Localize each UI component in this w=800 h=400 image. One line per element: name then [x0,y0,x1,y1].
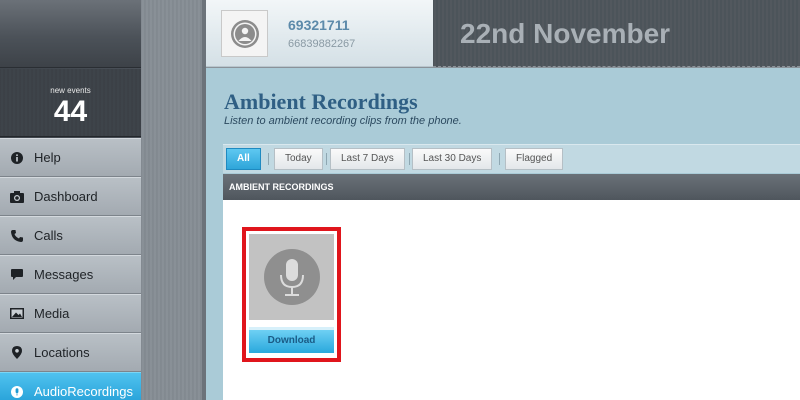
sidebar-item-label: Help [34,150,61,165]
recording-thumbnail[interactable] [249,234,334,320]
filter-separator [326,153,327,165]
microphone-icon [0,385,34,398]
recording-card[interactable]: Download [242,227,341,362]
info-icon [0,151,34,164]
filter-today-button[interactable]: Today [274,148,323,170]
filter-last-30-days-button[interactable]: Last 30 Days [412,148,493,170]
sidebar-item-label: AudioRecordings [34,384,134,399]
filter-separator [409,153,410,165]
sidebar-nav: Help Dashboard Calls Messages Media Loca… [0,138,141,400]
sidebar-item-media[interactable]: Media [0,294,141,333]
sidebar-item-label: Media [34,306,70,321]
filter-last-7-days-button[interactable]: Last 7 Days [330,148,405,170]
sidebar-item-label: Dashboard [34,189,98,204]
sidebar-item-messages[interactable]: Messages [0,255,141,294]
date-header: 22nd November [433,0,800,67]
phone-icon [0,229,34,242]
sidebar-header [0,0,141,68]
main-content: Ambient Recordings Listen to ambient rec… [206,68,800,400]
sidebar-item-audiorecordings[interactable]: AudioRecordings [0,372,141,400]
camera-icon [0,190,34,203]
device-id: 69321711 [288,17,350,33]
message-icon [0,268,34,281]
recordings-panel: Download [223,200,800,400]
location-pin-icon [0,346,34,359]
sidebar-divider [141,0,205,400]
sidebar-item-calls[interactable]: Calls [0,216,141,255]
sidebar-item-label: Calls [34,228,63,243]
filter-separator [268,153,269,165]
sidebar-item-locations[interactable]: Locations [0,333,141,372]
sidebar-item-label: Messages [34,267,94,282]
device-phone-number: 66839882267 [288,38,356,50]
new-events-label: new events [50,86,91,95]
filter-bar: All Today Last 7 Days Last 30 Days Flagg… [223,144,800,173]
page-title: Ambient Recordings [224,89,418,114]
sidebar: new events 44 Help Dashboard Calls Messa… [0,0,141,400]
filter-flagged-button[interactable]: Flagged [505,148,564,170]
current-date: 22nd November [460,18,671,49]
avatar[interactable] [221,10,268,57]
new-events-count: 44 [53,95,88,128]
page-subtitle: Listen to ambient recording clips from t… [224,115,462,127]
section-header: AMBIENT RECORDINGS [223,174,800,200]
filter-separator [499,153,500,165]
sidebar-item-help[interactable]: Help [0,138,141,177]
sidebar-item-label: Locations [34,345,90,360]
image-icon [0,308,34,319]
download-button[interactable]: Download [249,327,334,353]
microphone-icon [263,249,320,305]
sidebar-item-dashboard[interactable]: Dashboard [0,177,141,216]
user-icon [230,19,259,48]
profile-header: 69321711 66839882267 [206,0,433,67]
new-events-box[interactable]: new events 44 [0,69,141,137]
filter-all-button[interactable]: All [226,148,261,170]
